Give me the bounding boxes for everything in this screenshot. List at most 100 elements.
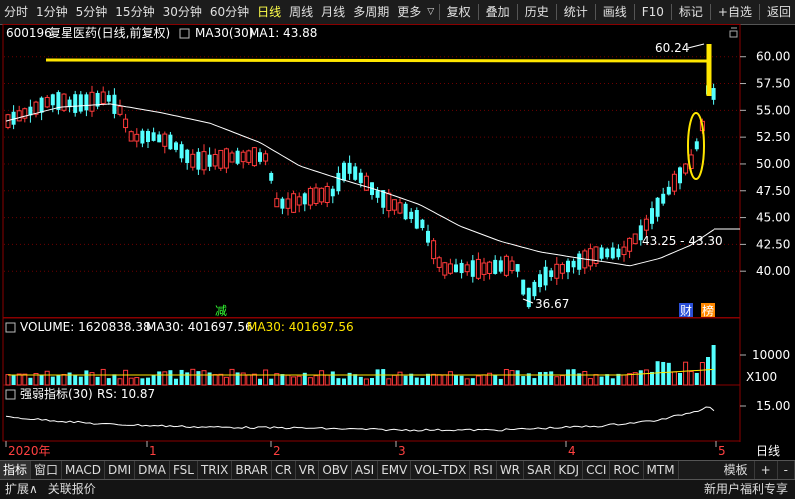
indicator-tab-0[interactable]: 指标 [0,461,32,479]
indicator-tab-bar: 指标 窗口 MACD DMI DMA FSL TRIX BRAR CR VR OBV ASI EMV VO… [0,460,795,479]
toolbar-button-3[interactable]: 统计 [560,0,592,24]
related-quote-button[interactable]: 关联报价 [43,480,101,499]
indicator-tab-18[interactable]: CCI [583,461,611,479]
period-tab-5[interactable]: 60分钟 [206,0,253,24]
candle-body [218,149,224,169]
template-control-0[interactable]: 模板 [718,461,755,479]
rs-toggle-box[interactable] [5,389,16,400]
indicator-tab-8[interactable]: CR [272,461,296,479]
ma30-line [5,103,715,267]
toolbar-button-0[interactable]: 复权 [443,0,475,24]
candle-body [353,166,358,180]
candle-body [459,262,464,274]
indicator-tab-7[interactable]: BRAR [232,461,273,479]
toolbar-button-1[interactable]: 叠加 [482,0,514,24]
candle-body [409,211,414,219]
volume-bar [280,374,285,385]
indicator-tab-19[interactable]: ROC [610,461,644,479]
volume-bar [330,371,335,385]
period-tab-10[interactable]: 更多 [393,0,425,24]
volume-bar [128,377,134,386]
candle-body [363,175,369,191]
candle-body [285,198,291,209]
period-tab-0[interactable]: 分时 [0,0,32,24]
toolbar-button-2[interactable]: 历史 [521,0,553,24]
indicator-tab-2[interactable]: MACD [62,461,106,479]
volume-bar [509,370,515,386]
price-axis-ticks: 60.00 57.50 55.00 52.50 50.00 47.50 45.00 42.50… [740,50,790,278]
toolbar-separator [516,4,518,20]
indicator-tab-17[interactable]: KDJ [555,461,584,479]
indicator-tab-9[interactable]: VR [296,461,320,479]
indicator-tab-5[interactable]: FSL [170,461,198,479]
volume-bar [566,369,570,385]
toolbar-button-8[interactable]: 返回 [763,0,795,24]
period-tab-2[interactable]: 5分钟 [72,0,112,24]
volume-bar [426,373,430,385]
volume-bar [515,370,520,385]
toolbar-button-4[interactable]: 画线 [599,0,631,24]
indicator-tab-15[interactable]: WR [497,461,525,479]
ma-range-annotation: 43.25 - 43.30 [642,234,723,248]
indicator-tab-14[interactable]: RSI [470,461,497,479]
candle-body [179,144,184,159]
volume-bar [493,374,498,385]
panel-icons[interactable] [729,27,738,38]
candle-body [694,141,699,150]
price-axis-label: 47.50 [756,184,790,198]
candle-body [711,88,716,100]
indicator-tab-13[interactable]: VOL-TDX [411,461,471,479]
candle-body [347,162,352,174]
indicator-tab-16[interactable]: SAR [524,461,556,479]
indicator-tab-4[interactable]: DMA [135,461,170,479]
board-tag[interactable]: 榜 [702,303,714,318]
toolbar-separator [709,4,711,20]
period-tab-9[interactable]: 多周期 [349,0,393,24]
indicator-tab-1[interactable]: 窗口 [31,461,63,479]
candle-body [391,199,397,211]
period-tab-8[interactable]: 月线 [317,0,349,24]
indicator-tab-20[interactable]: MTM [644,461,679,479]
toolbar-button-5[interactable]: F10 [638,0,668,24]
period-tab-3[interactable]: 15分钟 [111,0,158,24]
candle-body [140,130,145,144]
candle-body [235,150,240,164]
candle-body [532,281,537,297]
stock-chart[interactable]: 600196 复星医药(日线,前复权) MA30(30) MA1: 43.88 … [0,24,795,458]
rs-label: 强弱指标(30) [20,386,93,401]
volume-bar [582,370,588,386]
candle-body [307,187,313,206]
toolbar-button-6[interactable]: 标记 [675,0,707,24]
period-tab-4[interactable]: 30分钟 [159,0,206,24]
period-tab-7[interactable]: 周线 [285,0,317,24]
indicator-tab-10[interactable]: OBV [319,461,352,479]
volume-bar [168,370,173,385]
indicator-tab-3[interactable]: DMI [105,461,136,479]
volume-bar [706,357,710,385]
reduce-tag[interactable]: 减 [215,304,227,318]
ma-toggle-box[interactable] [179,28,190,39]
period-tab-1[interactable]: 1分钟 [32,0,72,24]
volume-bar [621,374,627,386]
volume-bar [174,378,178,385]
promo-link[interactable]: 新用户福利专享 [699,480,793,499]
candle-body [251,147,257,167]
candle-body [599,247,604,259]
candle-body [616,248,621,258]
period-tab-6[interactable]: 日线 [253,0,285,24]
template-control-1[interactable]: + [755,461,778,479]
indicator-tab-6[interactable]: TRIX [198,461,233,479]
toolbar-button-7[interactable]: +自选 [714,0,756,24]
date-axis: 2020年 1 2 3 4 5 [3,440,740,458]
finance-tag[interactable]: 财 [680,304,692,318]
indicator-tab-12[interactable]: EMV [378,461,412,479]
rs-value: RS: 10.87 [97,387,155,401]
indicator-tab-11[interactable]: ASI [352,461,379,479]
expand-button[interactable]: 扩展∧ [0,480,43,499]
more-dropdown-icon[interactable]: ▽ [425,0,436,24]
volume-bar [11,374,16,385]
template-control-2[interactable]: - [778,461,795,479]
volume-bar [95,376,100,385]
volume-bar [251,373,257,386]
volume-toggle-box[interactable] [5,322,16,333]
